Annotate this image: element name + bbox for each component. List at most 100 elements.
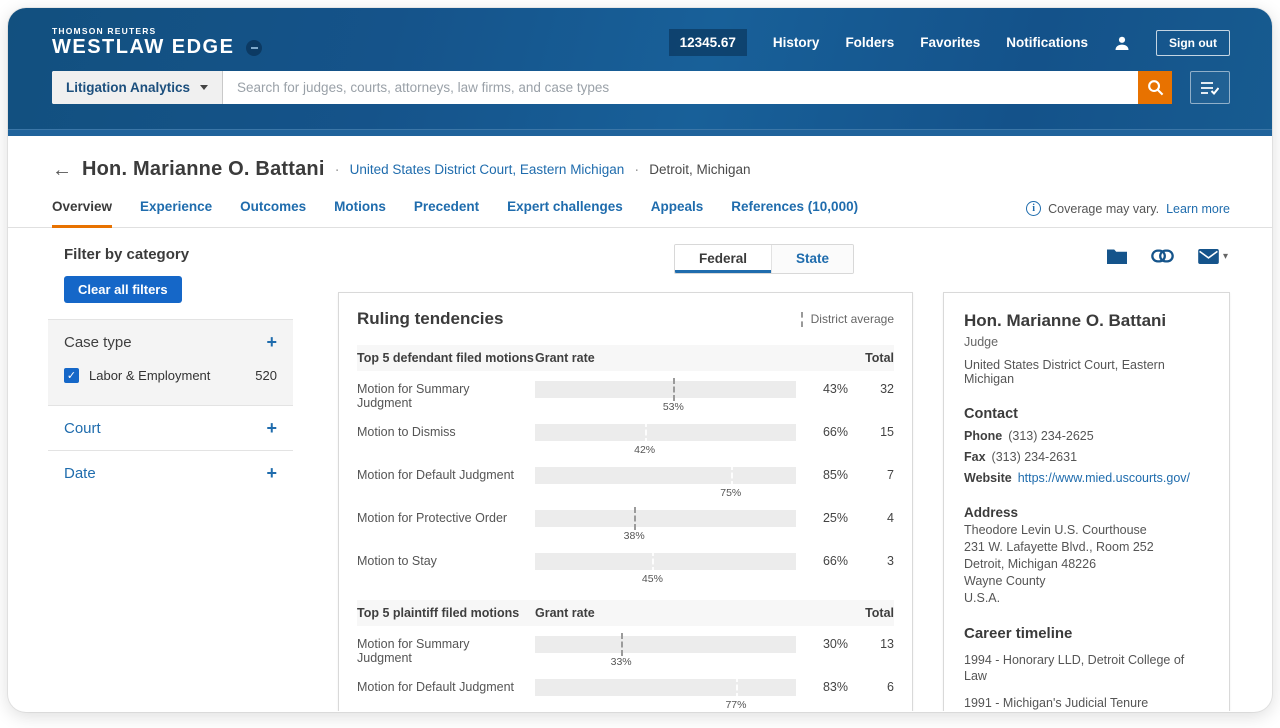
filter-section-date-header[interactable]: Date +	[64, 464, 277, 482]
grant-rate-bar[interactable]: 42%	[535, 422, 796, 457]
address-line: 231 W. Lafayette Blvd., Room 252	[964, 540, 1209, 554]
folder-save-button[interactable]	[1107, 248, 1127, 264]
filter-item-label: Labor & Employment	[89, 368, 210, 383]
clear-all-filters-button[interactable]: Clear all filters	[64, 276, 182, 303]
website-link[interactable]: https://www.mied.uscourts.gov/	[1018, 471, 1190, 485]
filter-sidebar-title: Filter by category	[48, 246, 293, 263]
checkbox-checked[interactable]: ✓	[64, 368, 79, 383]
grant-rate-bar[interactable]: 33%	[535, 634, 796, 669]
tab[interactable]: Expert challenges	[507, 193, 623, 228]
district-average-marker	[673, 378, 675, 401]
plus-icon[interactable]: +	[266, 419, 277, 437]
motion-row: Motion to Stay 45% 66% 3	[357, 551, 894, 586]
motion-label: Motion for Default Judgment	[357, 677, 535, 694]
nav-favorites[interactable]: Favorites	[920, 35, 980, 50]
search-input[interactable]	[223, 71, 1138, 104]
nav-history[interactable]: History	[773, 35, 820, 50]
search-scope-dropdown[interactable]: Litigation Analytics	[52, 71, 223, 104]
motion-label: Motion for Protective Order	[357, 508, 535, 525]
grant-rate-bar[interactable]: 53%	[535, 379, 796, 414]
motion-row: Motion for Default Judgment 77% 83% 6	[357, 677, 894, 711]
grant-rate-bar[interactable]: 38%	[535, 508, 796, 543]
info-icon[interactable]: i	[1026, 201, 1041, 216]
user-profile-icon[interactable]	[1114, 35, 1130, 51]
grant-rate-value: 30%	[796, 634, 848, 651]
judge-title-bar: ← Hon. Marianne O. Battani · United Stat…	[8, 136, 1272, 181]
district-average-marker	[652, 550, 654, 573]
page-title: Hon. Marianne O. Battani	[82, 158, 325, 181]
coverage-note: i Coverage may vary. Learn more	[1026, 201, 1230, 227]
coverage-learn-more-link[interactable]: Learn more	[1166, 202, 1230, 216]
grant-rate-value: 66%	[796, 422, 848, 439]
grant-rate-bar[interactable]: 75%	[535, 465, 796, 500]
district-average-label: 42%	[634, 444, 655, 456]
coverage-text: Coverage may vary.	[1048, 202, 1159, 216]
contact-website: Websitehttps://www.mied.uscourts.gov/	[964, 471, 1209, 485]
grant-rate-value: 25%	[796, 508, 848, 525]
motion-row: Motion for Protective Order 38% 25% 4	[357, 508, 894, 543]
motion-tables: Top 5 defendant filed motions Grant rate…	[357, 345, 894, 711]
brand-logo[interactable]: THOMSON REUTERS WESTLAW EDGE	[52, 26, 262, 59]
address-line: Detroit, Michigan 48226	[964, 557, 1209, 571]
district-average-label: 38%	[624, 530, 645, 542]
column-grant-rate: Grant rate	[535, 606, 848, 620]
grant-rate-bar[interactable]: 45%	[535, 551, 796, 586]
judge-profile-card: Hon. Marianne O. Battani Judge United St…	[943, 292, 1230, 711]
district-average-marker	[645, 421, 647, 444]
judge-court-link[interactable]: United States District Court, Eastern Mi…	[350, 162, 625, 177]
district-average-legend: District average	[801, 312, 894, 327]
bar-track	[535, 381, 796, 398]
plus-icon[interactable]: +	[266, 464, 277, 482]
dashed-line-icon	[801, 312, 803, 327]
tab[interactable]: Outcomes	[240, 193, 306, 228]
toggle-federal[interactable]: Federal	[675, 245, 771, 273]
total-value: 7	[848, 465, 894, 482]
tab[interactable]: Motions	[334, 193, 386, 228]
motion-label: Motion to Stay	[357, 551, 535, 568]
motion-label: Motion for Summary Judgment	[357, 634, 535, 665]
filter-section-court-header[interactable]: Court +	[64, 419, 277, 437]
sign-out-button[interactable]: Sign out	[1156, 30, 1230, 56]
motion-label: Motion for Summary Judgment	[357, 379, 535, 410]
grant-rate-bar[interactable]: 77%	[535, 677, 796, 711]
bar-track	[535, 553, 796, 570]
district-average-label: 75%	[720, 487, 741, 499]
profile-court: United States District Court, Eastern Mi…	[964, 358, 1209, 386]
toggle-state[interactable]: State	[771, 245, 853, 273]
tab[interactable]: Appeals	[651, 193, 704, 228]
client-id-button[interactable]: 12345.67	[669, 29, 747, 56]
folder-icon	[1107, 248, 1127, 264]
nav-folders[interactable]: Folders	[845, 35, 894, 50]
dot-separator: ·	[634, 161, 639, 178]
dot-separator: ·	[335, 161, 340, 178]
motion-row: Motion for Summary Judgment 53% 43% 32	[357, 379, 894, 414]
filter-section-date: Date +	[48, 450, 293, 495]
tab[interactable]: Precedent	[414, 193, 479, 228]
back-arrow-icon[interactable]: ←	[52, 160, 72, 180]
email-button[interactable]: ▾	[1198, 249, 1228, 264]
plus-icon[interactable]: +	[266, 333, 277, 351]
district-average-marker	[634, 507, 636, 530]
tab[interactable]: Experience	[140, 193, 212, 228]
phone-value: (313) 234-2625	[1008, 429, 1093, 443]
search-options-button[interactable]	[1190, 71, 1230, 104]
address-line: U.S.A.	[964, 591, 1209, 605]
copy-link-button[interactable]	[1151, 249, 1174, 263]
link-icon	[1151, 249, 1174, 263]
top-navigation: 12345.67 History Folders Favorites Notif…	[669, 29, 1230, 56]
tab[interactable]: References (10,000)	[731, 193, 858, 228]
district-average-label: 45%	[642, 573, 663, 585]
chevron-down-icon[interactable]: ▾	[1223, 251, 1228, 262]
contact-heading: Contact	[964, 406, 1209, 422]
tab[interactable]: Overview	[52, 193, 112, 228]
search-button[interactable]	[1138, 71, 1172, 104]
district-average-label: 53%	[663, 401, 684, 413]
ruling-tendencies-title: Ruling tendencies	[357, 309, 503, 329]
address-line: Theodore Levin U.S. Courthouse	[964, 523, 1209, 537]
grant-rate-value: 83%	[796, 677, 848, 694]
grant-rate-value: 85%	[796, 465, 848, 482]
nav-notifications[interactable]: Notifications	[1006, 35, 1088, 50]
brand-badge-icon[interactable]	[246, 40, 262, 56]
column-grant-rate: Grant rate	[535, 351, 848, 365]
filter-section-case-type-header[interactable]: Case type +	[64, 333, 277, 351]
